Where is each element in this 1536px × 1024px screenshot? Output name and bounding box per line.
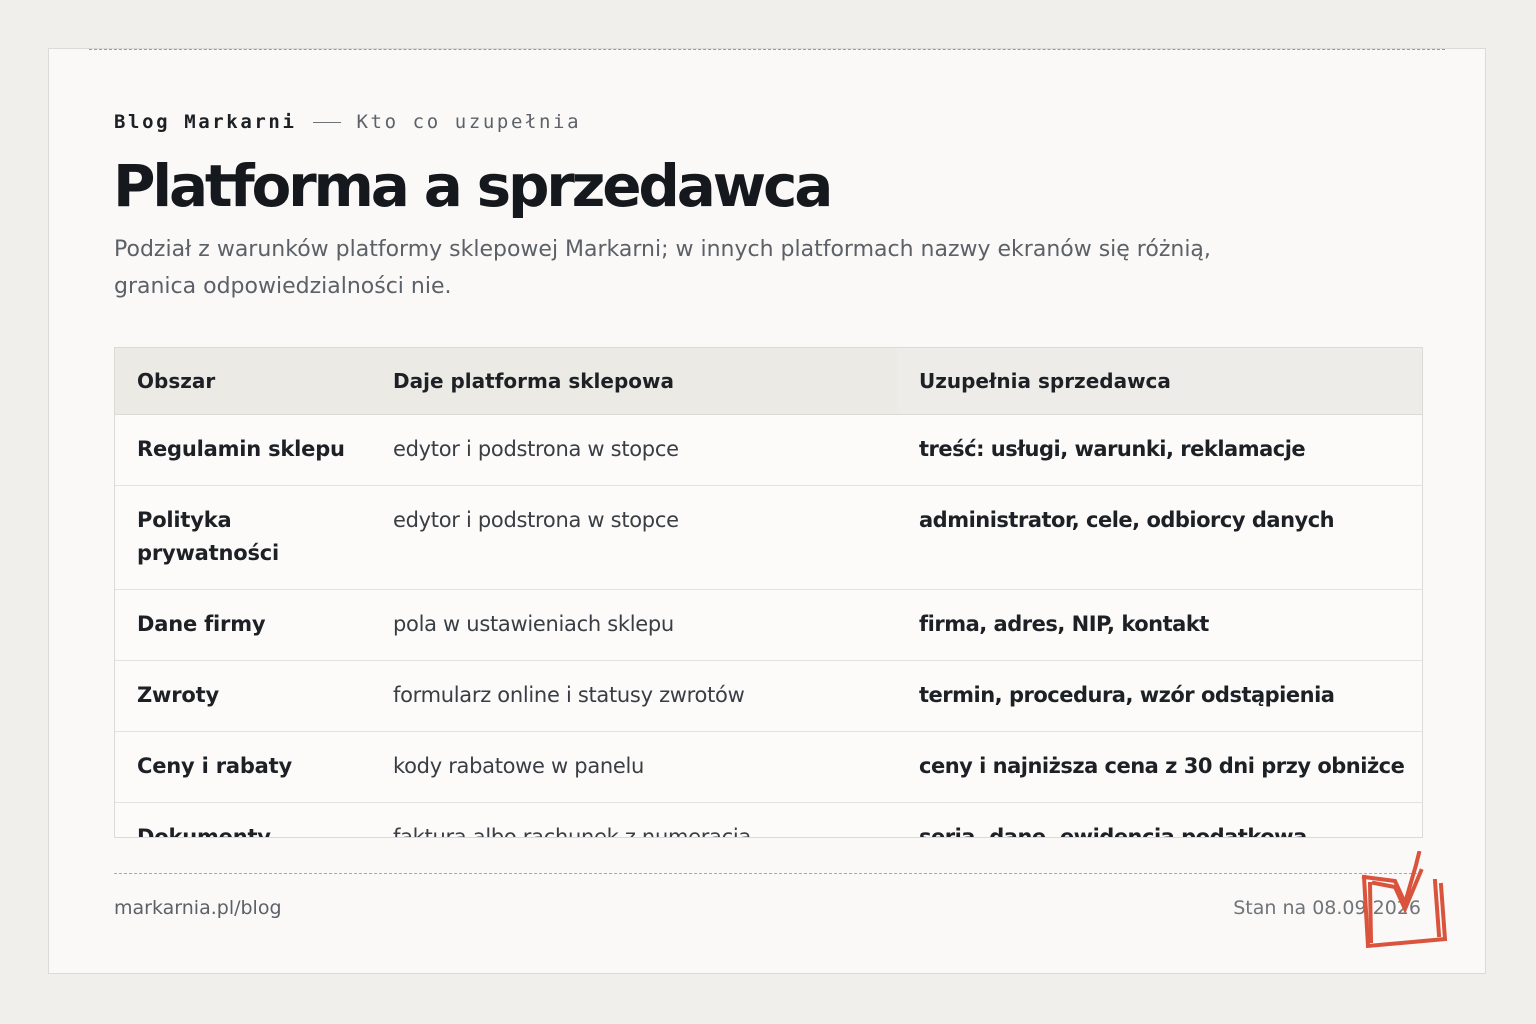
cell-area: Polityka prywatności: [115, 485, 371, 590]
table-header-row: Obszar Daje platforma sklepowa Uzupełnia…: [115, 348, 1422, 415]
cell-area: Regulamin sklepu: [115, 414, 371, 486]
cell-platform: faktura albo rachunek z numeracją: [371, 802, 897, 837]
page-subtitle: Podział z warunków platformy sklepowej M…: [114, 237, 1211, 299]
cell-platform: pola w ustawieniach sklepu: [371, 589, 897, 661]
footer-url-link[interactable]: markarnia.pl/blog: [114, 896, 282, 920]
footer-divider: [114, 873, 1422, 874]
cell-platform: edytor i podstrona w stopce: [371, 414, 897, 486]
column-header-platform: Daje platforma sklepowa: [371, 348, 897, 415]
responsibility-table: Obszar Daje platforma sklepowa Uzupełnia…: [115, 348, 1422, 837]
cell-seller: ceny i najniższa cena z 30 dni przy obni…: [897, 731, 1422, 803]
responsibility-table-container[interactable]: Obszar Daje platforma sklepowa Uzupełnia…: [114, 347, 1423, 838]
cell-area: Ceny i rabaty: [115, 731, 371, 803]
table-row: Dokumenty faktura albo rachunek z numera…: [115, 802, 1422, 837]
page-title: Platforma a sprzedawca: [113, 152, 833, 220]
markarnia-m-logo-icon: [1361, 850, 1451, 951]
column-header-seller: Uzupełnia sprzedawca: [897, 348, 1422, 415]
section-label: Kto co uzupełnia: [356, 111, 582, 133]
table-row: Ceny i rabaty kody rabatowe w panelu cen…: [115, 731, 1422, 803]
top-divider: [89, 49, 1445, 50]
column-header-area: Obszar: [115, 348, 371, 415]
kicker: Blog Markarni Kto co uzupełnia: [114, 110, 581, 134]
blog-brand[interactable]: Blog Markarni: [114, 110, 297, 134]
cell-seller: treść: usługi, warunki, reklamacje: [897, 414, 1422, 486]
kicker-separator: [312, 121, 341, 123]
cell-seller: administrator, cele, odbiorcy danych: [897, 485, 1422, 590]
cell-area: Zwroty: [115, 660, 371, 732]
cell-platform: kody rabatowe w panelu: [371, 731, 897, 803]
table-row: Regulamin sklepu edytor i podstrona w st…: [115, 414, 1422, 486]
article-card: Blog Markarni Kto co uzupełnia Platforma…: [48, 48, 1486, 974]
cell-seller: termin, procedura, wzór odstąpienia: [897, 660, 1422, 732]
cell-seller: firma, adres, NIP, kontakt: [897, 589, 1422, 661]
cell-seller: seria, dane, ewidencja podatkowa: [897, 802, 1422, 837]
cell-platform: formularz online i statusy zwrotów: [371, 660, 897, 732]
table-row: Polityka prywatności edytor i podstrona …: [115, 485, 1422, 590]
cell-platform: edytor i podstrona w stopce: [371, 485, 897, 590]
cell-area: Dokumenty: [115, 802, 371, 837]
table-row: Dane firmy pola w ustawieniach sklepu fi…: [115, 589, 1422, 661]
table-row: Zwroty formularz online i statusy zwrotó…: [115, 660, 1422, 732]
cell-area: Dane firmy: [115, 589, 371, 661]
